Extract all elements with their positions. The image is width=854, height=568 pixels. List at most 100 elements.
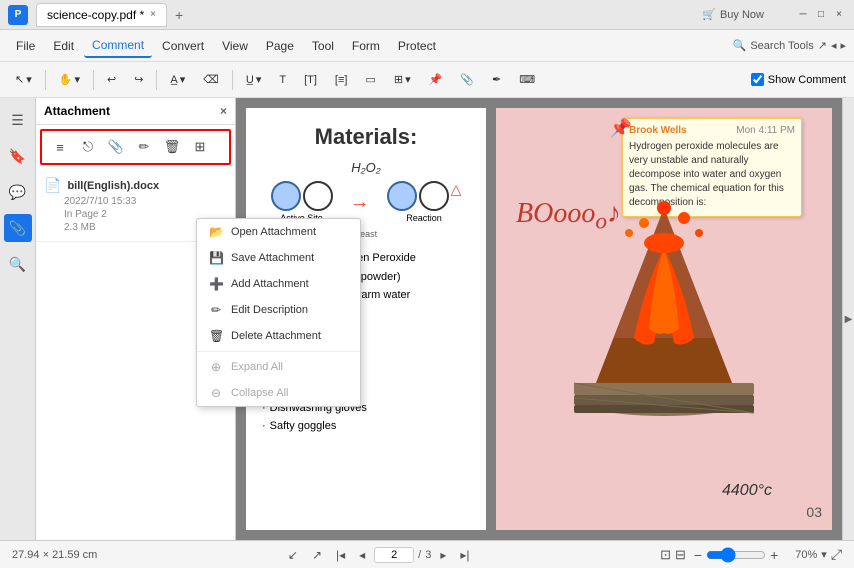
external-link-icon: ↗	[818, 39, 827, 52]
hand-tool-button[interactable]: ✋▾	[52, 69, 87, 90]
hand-nav-button[interactable]: ↗	[307, 546, 327, 564]
zoom-out-button[interactable]: −	[694, 547, 702, 563]
tab-close-button[interactable]: ×	[150, 9, 156, 20]
fit-page-button[interactable]: ⊡	[660, 547, 671, 563]
buy-now-button[interactable]: 🛒 Buy Now	[702, 8, 764, 21]
menu-convert[interactable]: Convert	[154, 35, 212, 57]
underline-icon: U̲	[246, 74, 254, 86]
menu-file[interactable]: File	[8, 35, 43, 57]
menu-view[interactable]: View	[214, 35, 256, 57]
list-item: ·Safty goggles	[262, 417, 470, 436]
delete-attachment-item[interactable]: 🗑 Delete Attachment	[197, 323, 360, 349]
prev-page-button[interactable]: ◂	[354, 546, 370, 564]
edit-description-item[interactable]: ✏ Edit Description	[197, 297, 360, 323]
text-box-button[interactable]: T	[272, 70, 293, 90]
show-comment-label[interactable]: Show Comment	[768, 74, 846, 86]
menu-form[interactable]: Form	[344, 35, 388, 57]
document-tab[interactable]: science-copy.pdf * ×	[36, 3, 167, 27]
page-separator: /	[418, 549, 421, 561]
open-attachment-item[interactable]: 📂 Open Attachment	[197, 219, 360, 245]
collapse-icon: ⊖	[209, 386, 223, 400]
attach-button[interactable]: 📎	[453, 69, 481, 90]
menu-tool[interactable]: Tool	[304, 35, 342, 57]
redo-icon: ↪	[134, 73, 143, 86]
context-menu-separator	[197, 351, 360, 352]
select-tool-button[interactable]: ↖▾	[8, 69, 39, 90]
sidebar-item-bookmark[interactable]: 🔖	[4, 142, 32, 170]
circle-white-1	[303, 181, 333, 211]
pin-icon: 📌	[429, 73, 443, 86]
page-dimensions: 27.94 × 21.59 cm	[12, 549, 97, 561]
menu-bar: File Edit Comment Convert View Page Tool…	[0, 30, 854, 62]
stamp-button[interactable]: [≡]	[328, 70, 355, 90]
page-number-input[interactable]	[374, 547, 414, 563]
next-page-button[interactable]: ▸	[435, 546, 451, 564]
highlight-button[interactable]: A̲▾	[163, 69, 192, 90]
menu-protect[interactable]: Protect	[390, 35, 444, 57]
menu-page[interactable]: Page	[258, 35, 302, 57]
attachment-header: Attachment ×	[36, 98, 235, 125]
signature-button[interactable]: ✒	[485, 69, 508, 90]
back-icon[interactable]: ◂	[831, 39, 837, 52]
cursor-tool-button[interactable]: ↙	[283, 546, 303, 564]
add-attach-button[interactable]: 📎	[104, 135, 128, 159]
eraser-button[interactable]: ⌫	[196, 69, 226, 90]
signature-icon: ✒	[492, 73, 501, 86]
list-view-button[interactable]: ≡	[48, 135, 72, 159]
delete-attach-icon: 🗑	[209, 329, 223, 343]
volcano-image	[564, 188, 764, 428]
context-menu: 📂 Open Attachment 💾 Save Attachment ➕ Ad…	[196, 218, 361, 407]
close-window-button[interactable]: ×	[832, 8, 846, 22]
shape-button[interactable]: ▭	[358, 69, 382, 90]
zoom-slider[interactable]	[706, 547, 766, 563]
ground-layer-1	[574, 383, 754, 395]
expand-all-item: ⊕ Expand All	[197, 354, 360, 380]
last-page-button[interactable]: ▸|	[455, 546, 474, 564]
toolbar-separator-4	[232, 70, 233, 90]
h2o2-text: H₂O₂	[262, 160, 470, 175]
sidebar-item-comment[interactable]: 💬	[4, 178, 32, 206]
area-button[interactable]: ⊞▾	[387, 69, 418, 90]
total-pages: 3	[425, 549, 431, 561]
sidebar-item-attachment[interactable]: 📎	[4, 214, 32, 242]
sidebar-item-nav[interactable]: ☰	[4, 106, 32, 134]
sidebar-item-search[interactable]: 🔍	[4, 250, 32, 278]
show-comment-checkbox[interactable]	[751, 73, 764, 86]
zoom-controls: ⊡ ⊟ − + 70% ▾ ⤢	[660, 546, 842, 563]
expand-view-button[interactable]: ⤢	[831, 546, 842, 563]
menu-comment[interactable]: Comment	[84, 34, 152, 58]
diagram-row: Active Site → △ Reaction	[262, 181, 470, 223]
menu-edit[interactable]: Edit	[45, 35, 82, 57]
underline-button[interactable]: U̲▾	[239, 69, 268, 90]
reaction-label: Reaction	[406, 213, 442, 223]
save-attachment-item[interactable]: 💾 Save Attachment	[197, 245, 360, 271]
search-tools: 🔍 Search Tools ↗ ◂ ▸	[733, 39, 846, 52]
grid-view-button[interactable]: ⊞	[188, 135, 212, 159]
undo-button[interactable]: ↩	[100, 69, 123, 90]
file-row: 📄 bill(English).docx	[44, 177, 227, 194]
maximize-button[interactable]: □	[814, 8, 828, 22]
typewriter-button[interactable]: ⌨	[512, 69, 542, 90]
add-attachment-item[interactable]: ➕ Add Attachment	[197, 271, 360, 297]
redo-button[interactable]: ↪	[127, 69, 150, 90]
fit-width-button[interactable]: ⊟	[675, 547, 686, 563]
attachment-close-button[interactable]: ×	[220, 104, 227, 118]
delete-attach-button[interactable]: 🗑	[160, 135, 184, 159]
right-panel-toggle[interactable]: ▶	[842, 98, 854, 540]
edit-attach-button[interactable]: ✏	[132, 135, 156, 159]
zoom-in-button[interactable]: +	[770, 547, 778, 563]
forward-icon[interactable]: ▸	[840, 39, 846, 52]
zoom-dropdown-button[interactable]: ▾	[821, 548, 827, 561]
show-comment-container: Show Comment	[751, 73, 846, 86]
pin-button[interactable]: 📌	[422, 69, 450, 90]
first-page-button[interactable]: |◂	[331, 546, 350, 564]
minimize-button[interactable]: ─	[796, 8, 810, 22]
text-field-button[interactable]: [T]	[297, 70, 324, 90]
page-number: 03	[806, 504, 822, 520]
open-attach-icon: 📂	[209, 225, 223, 239]
chevron-right-icon: ▶	[845, 314, 853, 325]
save-attach-icon: 💾	[209, 251, 223, 265]
export-button[interactable]: ⎋	[76, 135, 100, 159]
new-tab-button[interactable]: +	[167, 3, 191, 27]
typewriter-icon: ⌨	[519, 73, 535, 86]
